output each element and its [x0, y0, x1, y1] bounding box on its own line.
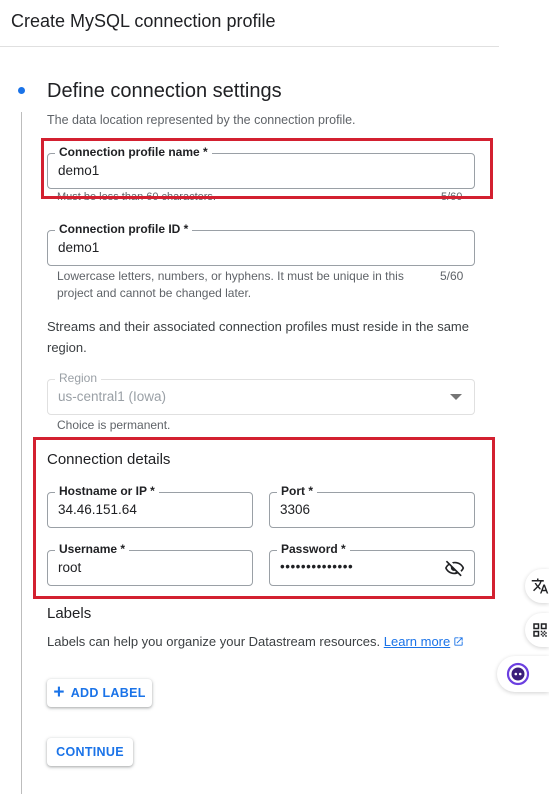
hostname-value[interactable]: 34.46.151.64 [58, 502, 137, 517]
labels-title: Labels [47, 605, 92, 622]
connection-profile-id-counter: 5/60 [440, 269, 464, 283]
port-value[interactable]: 3306 [280, 502, 310, 517]
labels-description: Labels can help you organize your Datast… [47, 634, 381, 649]
connection-profile-id-hint-line2: project and cannot be changed later. [57, 286, 252, 300]
continue-button[interactable]: CONTINUE [47, 738, 133, 766]
connection-profile-name-field[interactable]: Connection profile name * demo1 [47, 145, 475, 189]
plus-icon: + [53, 681, 65, 703]
region-hint: Choice is permanent. [57, 418, 171, 432]
add-label-button[interactable]: + ADD LABEL [47, 679, 152, 707]
region-note-line1: Streams and their associated connection … [47, 319, 469, 334]
hostname-field[interactable]: Hostname or IP * 34.46.151.64 [47, 484, 253, 528]
region-note-line2: region. [47, 340, 87, 355]
add-label-text: ADD LABEL [70, 686, 146, 700]
step-indicator-dot [18, 87, 25, 94]
password-field[interactable]: Password * •••••••••••••• [269, 542, 475, 586]
dropdown-arrow-icon [450, 394, 462, 400]
assistant-icon [506, 662, 530, 686]
qr-code-button[interactable] [525, 613, 549, 647]
connection-profile-name-hint: Must be less than 60 characters. [57, 191, 216, 200]
username-label: Username * [55, 542, 130, 557]
page-header: Create MySQL connection profile [0, 0, 499, 47]
region-label: Region [55, 371, 102, 386]
qr-code-icon [533, 623, 547, 637]
section-description: The data location represented by the con… [47, 113, 356, 127]
learn-more-link[interactable]: Learn more [384, 634, 464, 649]
connection-profile-name-counter: 5/60 [441, 191, 463, 200]
assistant-button[interactable] [497, 656, 549, 692]
external-link-icon [454, 637, 463, 646]
connection-profile-id-value[interactable]: demo1 [58, 240, 99, 255]
hostname-label: Hostname or IP * [55, 484, 159, 499]
username-value[interactable]: root [58, 560, 81, 575]
continue-text: CONTINUE [56, 745, 124, 759]
translate-icon [531, 578, 549, 594]
connection-profile-name-value[interactable]: demo1 [58, 163, 99, 178]
eye-off-icon[interactable] [445, 558, 465, 578]
translate-button[interactable] [525, 569, 549, 603]
labels-description-row: Labels can help you organize your Datast… [47, 631, 464, 652]
password-value[interactable]: •••••••••••••• [280, 559, 353, 574]
password-label: Password * [277, 542, 350, 557]
connection-details-title: Connection details [47, 451, 171, 468]
connection-profile-name-label: Connection profile name * [55, 145, 212, 160]
connection-profile-id-label: Connection profile ID * [55, 222, 193, 237]
port-label: Port * [277, 484, 318, 499]
section-title: Define connection settings [47, 80, 282, 102]
page-title: Create MySQL connection profile [11, 11, 276, 31]
connection-profile-id-field[interactable]: Connection profile ID * demo1 [47, 222, 475, 266]
username-field[interactable]: Username * root [47, 542, 253, 586]
step-indicator-line [21, 112, 22, 794]
region-value: us-central1 (Iowa) [58, 389, 167, 404]
port-field[interactable]: Port * 3306 [269, 484, 475, 528]
connection-profile-id-hint-line1: Lowercase letters, numbers, or hyphens. … [57, 269, 404, 283]
region-select: Region us-central1 (Iowa) [47, 371, 475, 415]
learn-more-label: Learn more [383, 634, 451, 649]
